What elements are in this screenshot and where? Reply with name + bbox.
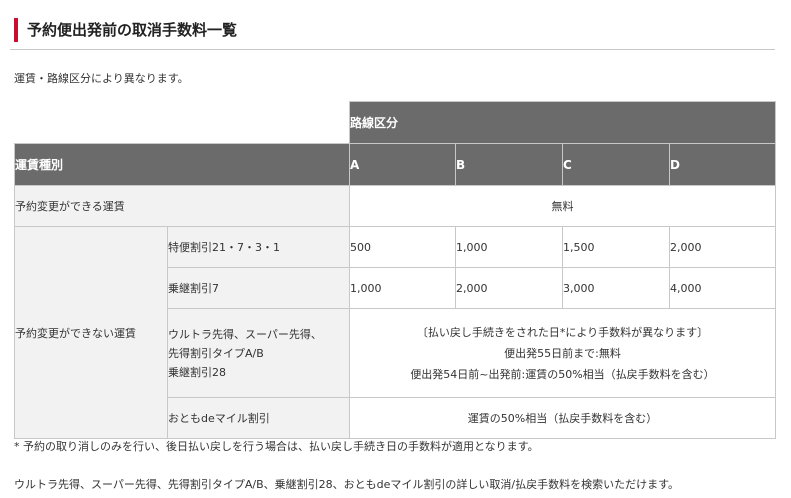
fee-value: 1,500: [562, 226, 670, 268]
fare-name-otomo: おともdeマイル割引: [167, 397, 350, 439]
fee-search-text: ウルトラ先得、スーパー先得、先得割引タイプA/B、乗継割引28、おともdeマイル…: [14, 478, 680, 491]
fee-value: 500: [349, 226, 456, 268]
page-title: 予約便出発前の取消手数料一覧: [27, 21, 238, 39]
cancellation-fee-table: 路線区分 運賃種別 A B C D 予約変更ができる運賃 無料 予約変更ができな…: [14, 101, 777, 439]
column-header-c: C: [562, 143, 670, 186]
changeable-fare-value: 無料: [348, 185, 777, 227]
ultra-fee-note: 〔払い戻し手続きをされた日*により手数料が異なります〕 便出発55日前まで:無料…: [348, 308, 777, 398]
fare-name-line: ウルトラ先得、スーパー先得、: [168, 327, 322, 341]
fare-name-tokubin: 特便割引21・7・3・1: [167, 226, 350, 268]
fee-value: 1,000: [455, 226, 563, 268]
non-changeable-fare-label: 予約変更ができない運賃: [14, 226, 168, 439]
column-header-d: D: [668, 143, 777, 186]
table-row: 予約変更ができる運賃 無料: [14, 185, 777, 227]
page-title-bar: 予約便出発前の取消手数料一覧: [10, 10, 775, 50]
column-header-a: A: [349, 143, 456, 186]
fare-name-ultra-sakitoku: ウルトラ先得、スーパー先得、 先得割引タイプA/B 乗継割引28: [167, 308, 350, 398]
fee-value: 1,000: [349, 267, 456, 309]
fee-value: 3,000: [562, 267, 670, 309]
fare-name-noritsugi7: 乗継割引7: [167, 267, 350, 309]
route-group-header: 路線区分: [348, 101, 777, 144]
column-header-b: B: [455, 143, 563, 186]
otomo-fee-value: 運賃の50%相当（払戻手数料を含む）: [348, 397, 777, 439]
fee-value: 2,000: [668, 226, 777, 268]
blank-header-cell: [14, 101, 350, 144]
fee-note-line: 便出発54日前~出発前:運賃の50%相当（払戻手数料を含む）: [410, 367, 715, 381]
title-accent-bar: [14, 18, 18, 42]
fee-value: 2,000: [455, 267, 563, 309]
intro-text: 運賃・路線区分により異なります。: [14, 72, 189, 85]
fare-name-line: 乗継割引28: [168, 365, 226, 379]
table-row: 予約変更ができない運賃 特便割引21・7・3・1 500 1,000 1,500…: [14, 226, 777, 439]
fee-value: 4,000: [668, 267, 777, 309]
changeable-fare-label: 予約変更ができる運賃: [14, 185, 350, 227]
fare-name-line: 先得割引タイプA/B: [168, 346, 264, 360]
fare-type-header: 運賃種別: [14, 143, 350, 186]
fee-note-line: 〔払い戻し手続きをされた日*により手数料が異なります〕: [416, 325, 709, 339]
footnote: * 予約の取り消しのみを行い、後日払い戻しを行う場合は、払い戻し手続き日の手数料…: [14, 440, 539, 453]
fee-note-line: 便出発55日前まで:無料: [504, 346, 621, 360]
